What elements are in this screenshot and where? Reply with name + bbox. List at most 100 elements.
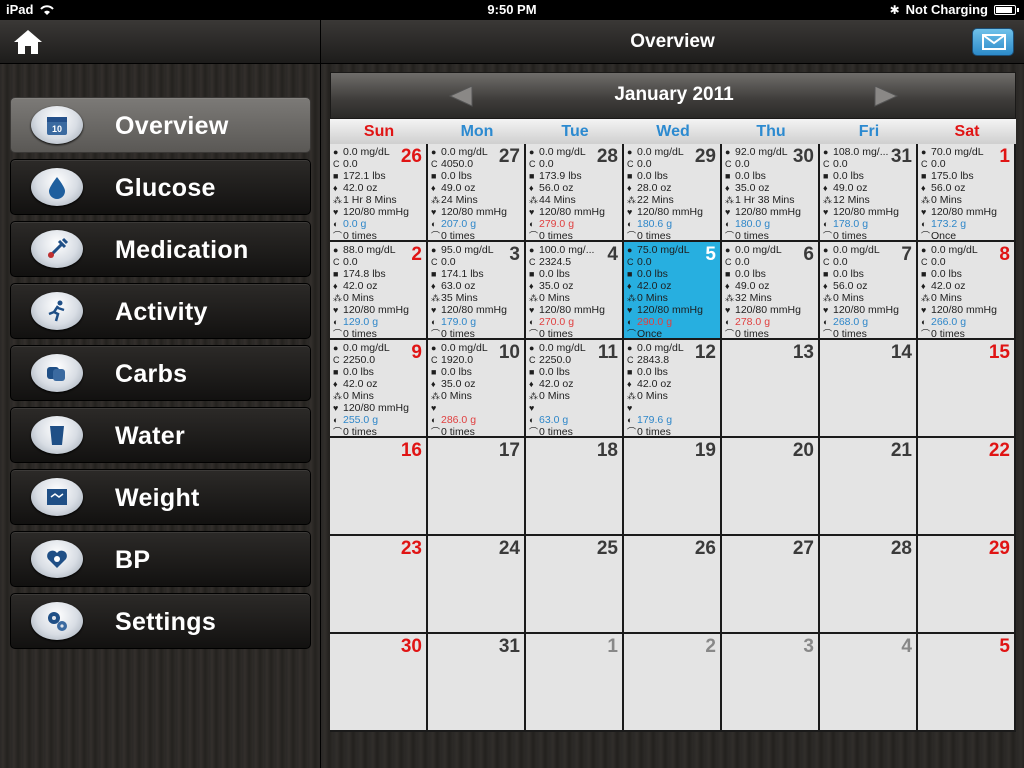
summary-line: ♦ 42.0 oz bbox=[333, 280, 425, 292]
summary-line: ♦ 56.0 oz bbox=[921, 182, 1013, 194]
food-icon: ◐ bbox=[627, 415, 633, 425]
scale-icon: ■ bbox=[333, 367, 339, 377]
calendar-day[interactable]: ● 0.0 mg/dL C 0.0 ■ 0.0 lbs ♦ 42.0 oz ⁂0 Mins ♥ 12… bbox=[918, 242, 1016, 340]
sidebar-item-settings[interactable]: Settings bbox=[10, 593, 311, 649]
calendar-day[interactable]: ● 108.0 mg/... C 0.0 ■ 0.0 lbs ♦ 49.0 oz ⁂12 Min… bbox=[820, 144, 918, 242]
syringe-icon: ⌒ bbox=[431, 329, 441, 339]
syringe-icon: ⌒ bbox=[333, 231, 343, 241]
food-icon: ◐ bbox=[627, 317, 633, 327]
email-button[interactable] bbox=[972, 28, 1014, 56]
calendar-day[interactable]: ● 0.0 mg/dL C 0.0 ■ 173.9 lbs ♦ 56.0 oz ⁂44 Mins… bbox=[526, 144, 624, 242]
summary-value: 28.0 oz bbox=[637, 182, 672, 194]
calendar-day[interactable]: ● 0.0 mg/dL C 2250.0 ■ 0.0 lbs ♦ 42.0 oz ⁂0 Mins… bbox=[330, 340, 428, 438]
calendar-day[interactable]: ● 95.0 mg/dL C 0.0 ■ 174.1 lbs ♦ 63.0 oz ⁂35 Min… bbox=[428, 242, 526, 340]
summary-line: ■ 0.0 lbs bbox=[823, 170, 915, 182]
summary-line: ◐ 266.0 g bbox=[921, 316, 1013, 328]
heart-stethoscope-icon bbox=[31, 540, 83, 578]
calendar-day[interactable]: 18 bbox=[526, 438, 624, 536]
calendar-day[interactable]: ● 0.0 mg/dL C 1920.0 ■ 0.0 lbs ♦ 35.0 oz ⁂0 Mins… bbox=[428, 340, 526, 438]
summary-value: 12 Mins bbox=[833, 194, 870, 206]
calendar-day[interactable]: ● 0.0 mg/dL C 2250.0 ■ 0.0 lbs ♦ 42.0 oz ⁂0 Mins… bbox=[526, 340, 624, 438]
next-month-arrow-icon[interactable] bbox=[873, 84, 899, 108]
sidebar-item-water[interactable]: Water bbox=[10, 407, 311, 463]
calendar-day[interactable]: ● 70.0 mg/dL C 0.0 ■ 175.0 lbs ♦ 56.0 oz ⁂0 Mins… bbox=[918, 144, 1016, 242]
summary-value: 56.0 oz bbox=[931, 182, 966, 194]
day-number: 3 bbox=[509, 244, 520, 265]
summary-value: 0 times bbox=[343, 230, 377, 242]
calendar-day[interactable]: 29 bbox=[918, 536, 1016, 634]
water-icon: ♦ bbox=[333, 183, 338, 193]
calendar-day[interactable]: ● 100.0 mg/... C 2324.5 ■ 0.0 lbs ♦ 35.0 oz ⁂0 M… bbox=[526, 242, 624, 340]
summary-value: 278.0 g bbox=[735, 316, 771, 328]
summary-line: ■ 0.0 lbs bbox=[627, 170, 719, 182]
summary-value: 0 times bbox=[441, 328, 475, 340]
summary-line: ♥ 120/80 mmHg bbox=[725, 206, 817, 218]
day-number: 10 bbox=[498, 342, 520, 363]
syringe-icon: ⌒ bbox=[431, 427, 441, 437]
sidebar-item-weight[interactable]: Weight bbox=[10, 469, 311, 525]
month-title: January 2011 bbox=[614, 84, 734, 105]
calendar-day[interactable]: ● 0.0 mg/dL C 2843.8 ■ 0.0 lbs ♦ 42.0 oz ⁂0 Mins… bbox=[624, 340, 722, 438]
calendar-day[interactable]: 17 bbox=[428, 438, 526, 536]
calendar-day[interactable]: 4 bbox=[820, 634, 918, 732]
calendar-day[interactable]: 1 bbox=[526, 634, 624, 732]
summary-line: ♥ bbox=[529, 402, 621, 414]
calendar-day[interactable]: 27 bbox=[722, 536, 820, 634]
sidebar-item-activity[interactable]: Activity bbox=[10, 283, 311, 339]
day-number: 1 bbox=[607, 636, 618, 657]
calendar-day[interactable]: ● 88.0 mg/dL C 0.0 ■ 174.8 lbs ♦ 42.0 oz ⁂0 Mins… bbox=[330, 242, 428, 340]
day-number: 7 bbox=[901, 244, 912, 265]
calendar-day-selected[interactable]: ● 75.0 mg/dL C 0.0 ■ 0.0 lbs ♦ 42.0 oz ⁂0 Mins ♥ 1… bbox=[624, 242, 722, 340]
calendar-day[interactable]: ● 92.0 mg/dL C 0.0 ■ 0.0 lbs ♦ 35.0 oz ⁂1 Hr 38 … bbox=[722, 144, 820, 242]
sidebar-item-medication[interactable]: Medication bbox=[10, 221, 311, 277]
calendar-day[interactable]: ● 0.0 mg/dL C 4050.0 ■ 0.0 lbs ♦ 49.0 oz ⁂24 Min… bbox=[428, 144, 526, 242]
calendar-day[interactable]: 19 bbox=[624, 438, 722, 536]
runner-icon: ⁂ bbox=[333, 293, 342, 303]
calendar-day[interactable]: 23 bbox=[330, 536, 428, 634]
calendar-day[interactable]: 25 bbox=[526, 536, 624, 634]
summary-value: 0.0 lbs bbox=[539, 268, 570, 280]
summary-value: 0 Mins bbox=[637, 292, 668, 304]
calendar-day[interactable]: 15 bbox=[918, 340, 1016, 438]
calendar-day[interactable]: 30 bbox=[330, 634, 428, 732]
summary-value: 42.0 oz bbox=[343, 182, 378, 194]
calendar-day[interactable]: 20 bbox=[722, 438, 820, 536]
calendar-day[interactable]: 24 bbox=[428, 536, 526, 634]
calendar-day[interactable]: ● 0.0 mg/dL C 0.0 ■ 0.0 lbs ♦ 56.0 oz ⁂0 Mins ♥ 12… bbox=[820, 242, 918, 340]
summary-line: ⌒0 times bbox=[529, 328, 621, 338]
summary-line: ⌒0 times bbox=[529, 426, 621, 436]
weekday-label: Sat bbox=[954, 123, 980, 140]
summary-line: ♦ 56.0 oz bbox=[823, 280, 915, 292]
syringe-icon: ⌒ bbox=[921, 329, 931, 339]
calendar-day[interactable]: ● 0.0 mg/dL C 0.0 ■ 172.1 lbs ♦ 42.0 oz ⁂1 Hr 8 … bbox=[330, 144, 428, 242]
calendar-day[interactable]: 2 bbox=[624, 634, 722, 732]
calendar-day[interactable]: 21 bbox=[820, 438, 918, 536]
summary-value: 1 Hr 38 Mins bbox=[735, 194, 795, 206]
calendar-day[interactable]: 16 bbox=[330, 438, 428, 536]
sidebar-item-bp[interactable]: BP bbox=[10, 531, 311, 587]
sidebar-item-overview[interactable]: 10 Overview bbox=[10, 97, 311, 153]
summary-line: ◐ 270.0 g bbox=[529, 316, 621, 328]
sidebar-item-carbs[interactable]: Carbs bbox=[10, 345, 311, 401]
summary-value: 270.0 g bbox=[539, 316, 575, 328]
calendar-day[interactable]: ● 0.0 mg/dL C 0.0 ■ 0.0 lbs ♦ 49.0 oz ⁂32 Mins ♥ 1… bbox=[722, 242, 820, 340]
calendar-day[interactable]: 26 bbox=[624, 536, 722, 634]
summary-value: 0 times bbox=[735, 230, 769, 242]
summary-value: 2843.8 bbox=[637, 354, 670, 366]
calendar-day[interactable]: 22 bbox=[918, 438, 1016, 536]
calendar-day[interactable]: 31 bbox=[428, 634, 526, 732]
calendar-day[interactable]: 14 bbox=[820, 340, 918, 438]
page-title: Overview bbox=[630, 31, 715, 52]
water-icon: ♦ bbox=[725, 183, 730, 193]
home-icon[interactable] bbox=[12, 28, 44, 56]
sidebar-item-glucose[interactable]: Glucose bbox=[10, 159, 311, 215]
calendar-day[interactable]: ● 0.0 mg/dL C 0.0 ■ 0.0 lbs ♦ 28.0 oz ⁂22 Mins ♥ 1… bbox=[624, 144, 722, 242]
food-icon: ◐ bbox=[431, 317, 437, 327]
weekday-label: Wed bbox=[656, 123, 690, 140]
drop-icon: ● bbox=[627, 245, 633, 255]
drop-icon: ● bbox=[627, 147, 633, 157]
calendar-day[interactable]: 28 bbox=[820, 536, 918, 634]
calendar-day[interactable]: 13 bbox=[722, 340, 820, 438]
calendar-day[interactable]: 5 bbox=[918, 634, 1016, 732]
calendar-day[interactable]: 3 bbox=[722, 634, 820, 732]
